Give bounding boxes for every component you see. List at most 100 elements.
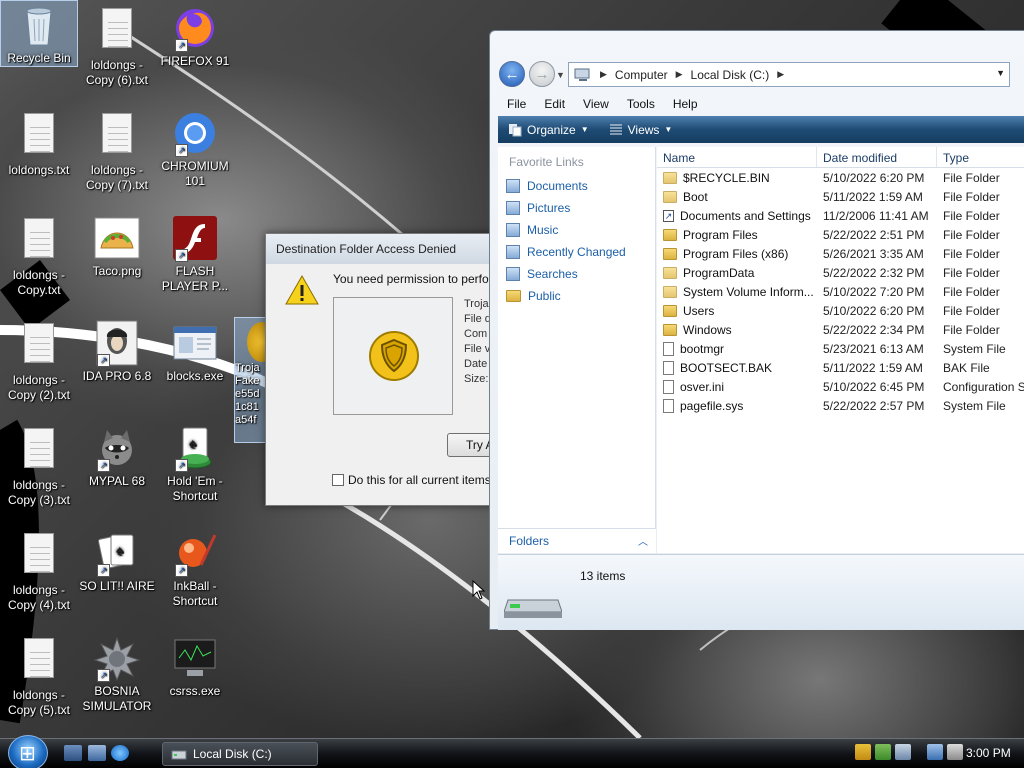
apply-all-checkbox[interactable] (332, 474, 344, 486)
views-button[interactable]: Views ▼ (599, 123, 683, 137)
shortcut-arrow-icon: ↗ (175, 144, 188, 157)
menu-tools[interactable]: Tools (618, 95, 664, 115)
desktop-icon-label: loldongs - Copy (3).txt (7, 478, 70, 507)
file-type: File Folder (943, 322, 1000, 337)
file-row[interactable]: Program Files (x86) 5/26/2021 3:35 AM File… (657, 244, 1024, 263)
desktop-icon-flash-player[interactable]: ↗ FLASH PLAYER P... (156, 214, 234, 294)
playing-cards-icon: ♠ ↗ (93, 529, 141, 577)
desktop-icon-hold-em[interactable]: ♠ ↗ Hold 'Em - Shortcut (156, 424, 234, 504)
desktop-icon-label: loldongs - Copy (4).txt (7, 583, 70, 612)
desktop-icon-csrss-exe[interactable]: csrss.exe (156, 634, 234, 699)
back-button[interactable]: ← (499, 61, 525, 87)
file-row[interactable]: BOOTSECT.BAK 5/11/2022 1:59 AM BAK File (657, 358, 1024, 377)
desktop-icon-text-file[interactable]: loldongs.txt (0, 109, 78, 178)
desktop-icon-label: InkBall - Shortcut (172, 579, 218, 608)
desktop-icon-taco-image[interactable]: Taco.png (78, 214, 156, 279)
menu-view[interactable]: View (574, 95, 618, 115)
nav-item-public[interactable]: Public (498, 285, 655, 307)
file-row[interactable]: ↗ Documents and Settings 11/2/2006 11:41 A… (657, 206, 1024, 225)
desktop-icon-firefox[interactable]: ↗ FIREFOX 91 (156, 4, 234, 69)
address-row: ← → ▼ ▶ Computer ▶ Local Disk (C:) ▶ ▼ (490, 59, 1024, 93)
file-date: 5/11/2022 1:59 AM (823, 360, 923, 375)
desktop-icon-label: loldongs - Copy (6).txt (85, 58, 148, 87)
file-row[interactable]: Program Files 5/22/2022 2:51 PM File Folde… (657, 225, 1024, 244)
file-row[interactable]: Windows 5/22/2022 2:34 PM File Folder (657, 320, 1024, 339)
file-type: File Folder (943, 284, 1000, 299)
nav-item-recently-changed[interactable]: Recently Changed (498, 241, 655, 263)
desktop-icon-text-file[interactable]: loldongs - Copy (4).txt (0, 529, 78, 613)
file-detail-line: Date (464, 358, 488, 370)
column-header-name[interactable]: Name (657, 147, 817, 167)
desktop-icon-label: loldongs - Copy (7).txt (85, 163, 148, 192)
organize-button[interactable]: Organize ▼ (498, 123, 599, 137)
file-row[interactable]: System Volume Inform... 5/10/2022 7:20 PM… (657, 282, 1024, 301)
shortcut-arrow-icon: ↗ (175, 39, 188, 52)
file-name: Windows (683, 322, 732, 337)
desktop-icon-inkball[interactable]: ↗ InkBall - Shortcut (156, 529, 234, 609)
file-name: bootmgr (680, 341, 725, 356)
desktop-icon-mypal[interactable]: ↗ MYPAL 68 (78, 424, 156, 489)
file-row[interactable]: pagefile.sys 5/22/2022 2:57 PM System File (657, 396, 1024, 415)
breadcrumb-computer[interactable]: Computer (615, 68, 668, 82)
desktop-icon-solitaire[interactable]: ♠ ↗ SO LIT!! AIRE (78, 529, 156, 594)
file-name-cell: Program Files (657, 228, 817, 242)
file-name: Documents and Settings (680, 208, 811, 223)
desktop-icon-label: MYPAL 68 (88, 474, 146, 488)
breadcrumb-local-disk[interactable]: Local Disk (C:) (691, 68, 770, 82)
file-row[interactable]: $RECYCLE.BIN 5/10/2022 6:20 PM File Folder (657, 168, 1024, 187)
menu-help[interactable]: Help (664, 95, 707, 115)
desktop-icon-recycle-bin[interactable]: Recycle Bin (0, 0, 78, 67)
file-name-cell: osver.ini (657, 379, 817, 394)
internet-explorer-icon[interactable] (111, 745, 129, 761)
svg-text:♠: ♠ (116, 542, 124, 558)
taskbar-clock[interactable]: 3:00 PM (966, 746, 1011, 760)
spiked-ball-icon: ↗ (93, 634, 141, 682)
apply-all-row[interactable]: Do this for all current items (332, 473, 491, 487)
nav-item-pictures[interactable]: Pictures (498, 197, 655, 219)
column-header-type[interactable]: Type (937, 147, 1024, 167)
desktop-icon-text-file[interactable]: loldongs - Copy (2).txt (0, 319, 78, 403)
desktop-icon-bosnia-simulator[interactable]: ↗ BOSNIA SIMULATOR (78, 634, 156, 714)
desktop-icon-text-file[interactable]: loldongs - Copy (6).txt (78, 4, 156, 88)
tray-app-icon[interactable] (875, 744, 891, 760)
nav-item-searches[interactable]: Searches (498, 263, 655, 285)
file-name: Program Files (683, 227, 758, 242)
nav-item-documents[interactable]: Documents (498, 175, 655, 197)
switch-windows-icon[interactable] (88, 745, 106, 761)
file-row[interactable]: Boot 5/11/2022 1:59 AM File Folder (657, 187, 1024, 206)
file-detail-line: File d (464, 313, 491, 325)
folders-toggle[interactable]: Folders ︿ (498, 528, 656, 553)
forward-button[interactable]: → (529, 61, 555, 87)
nav-item-music[interactable]: Music (498, 219, 655, 241)
desktop-icon-text-file[interactable]: loldongs - Copy.txt (0, 214, 78, 298)
taskbar-button-local-disk[interactable]: Local Disk (C:) (162, 742, 318, 766)
chromium-icon: ↗ (171, 109, 219, 157)
column-header-date[interactable]: Date modified (817, 147, 937, 167)
menu-edit[interactable]: Edit (535, 95, 574, 115)
file-row[interactable]: bootmgr 5/23/2021 6:13 AM System File (657, 339, 1024, 358)
file-name-cell: ↗ Documents and Settings (657, 209, 817, 223)
network-icon[interactable] (927, 744, 943, 760)
show-desktop-icon[interactable] (64, 745, 82, 761)
start-button[interactable] (8, 735, 48, 768)
recent-pages-dropdown-icon[interactable]: ▼ (556, 70, 565, 80)
security-shield-icon[interactable] (855, 744, 871, 760)
volume-muted-icon[interactable] (947, 744, 963, 760)
desktop-icon-chromium[interactable]: ↗ CHROMIUM 101 (156, 109, 234, 189)
file-row[interactable]: osver.ini 5/10/2022 6:45 PM Configuration … (657, 377, 1024, 396)
file-row[interactable]: ProgramData 5/22/2022 2:32 PM File Folder (657, 263, 1024, 282)
tray-monitor-icon[interactable] (895, 744, 911, 760)
ida-pro-icon: ↗ (93, 319, 141, 367)
address-dropdown-icon[interactable]: ▼ (996, 68, 1005, 78)
desktop-icon-text-file[interactable]: loldongs - Copy (5).txt (0, 634, 78, 718)
desktop-icon-blocks-exe[interactable]: blocks.exe (156, 319, 234, 384)
file-name-cell: Windows (657, 323, 817, 337)
desktop-icon-text-file[interactable]: loldongs - Copy (3).txt (0, 424, 78, 508)
shortcut-arrow-icon: ↗ (97, 669, 110, 682)
mouse-cursor-icon (472, 579, 486, 603)
desktop-icon-ida-pro[interactable]: ↗ IDA PRO 6.8 (78, 319, 156, 384)
address-bar[interactable]: ▶ Computer ▶ Local Disk (C:) ▶ ▼ (568, 62, 1010, 87)
menu-file[interactable]: File (498, 95, 535, 115)
file-row[interactable]: Users 5/10/2022 6:20 PM File Folder (657, 301, 1024, 320)
desktop-icon-text-file[interactable]: loldongs - Copy (7).txt (78, 109, 156, 193)
